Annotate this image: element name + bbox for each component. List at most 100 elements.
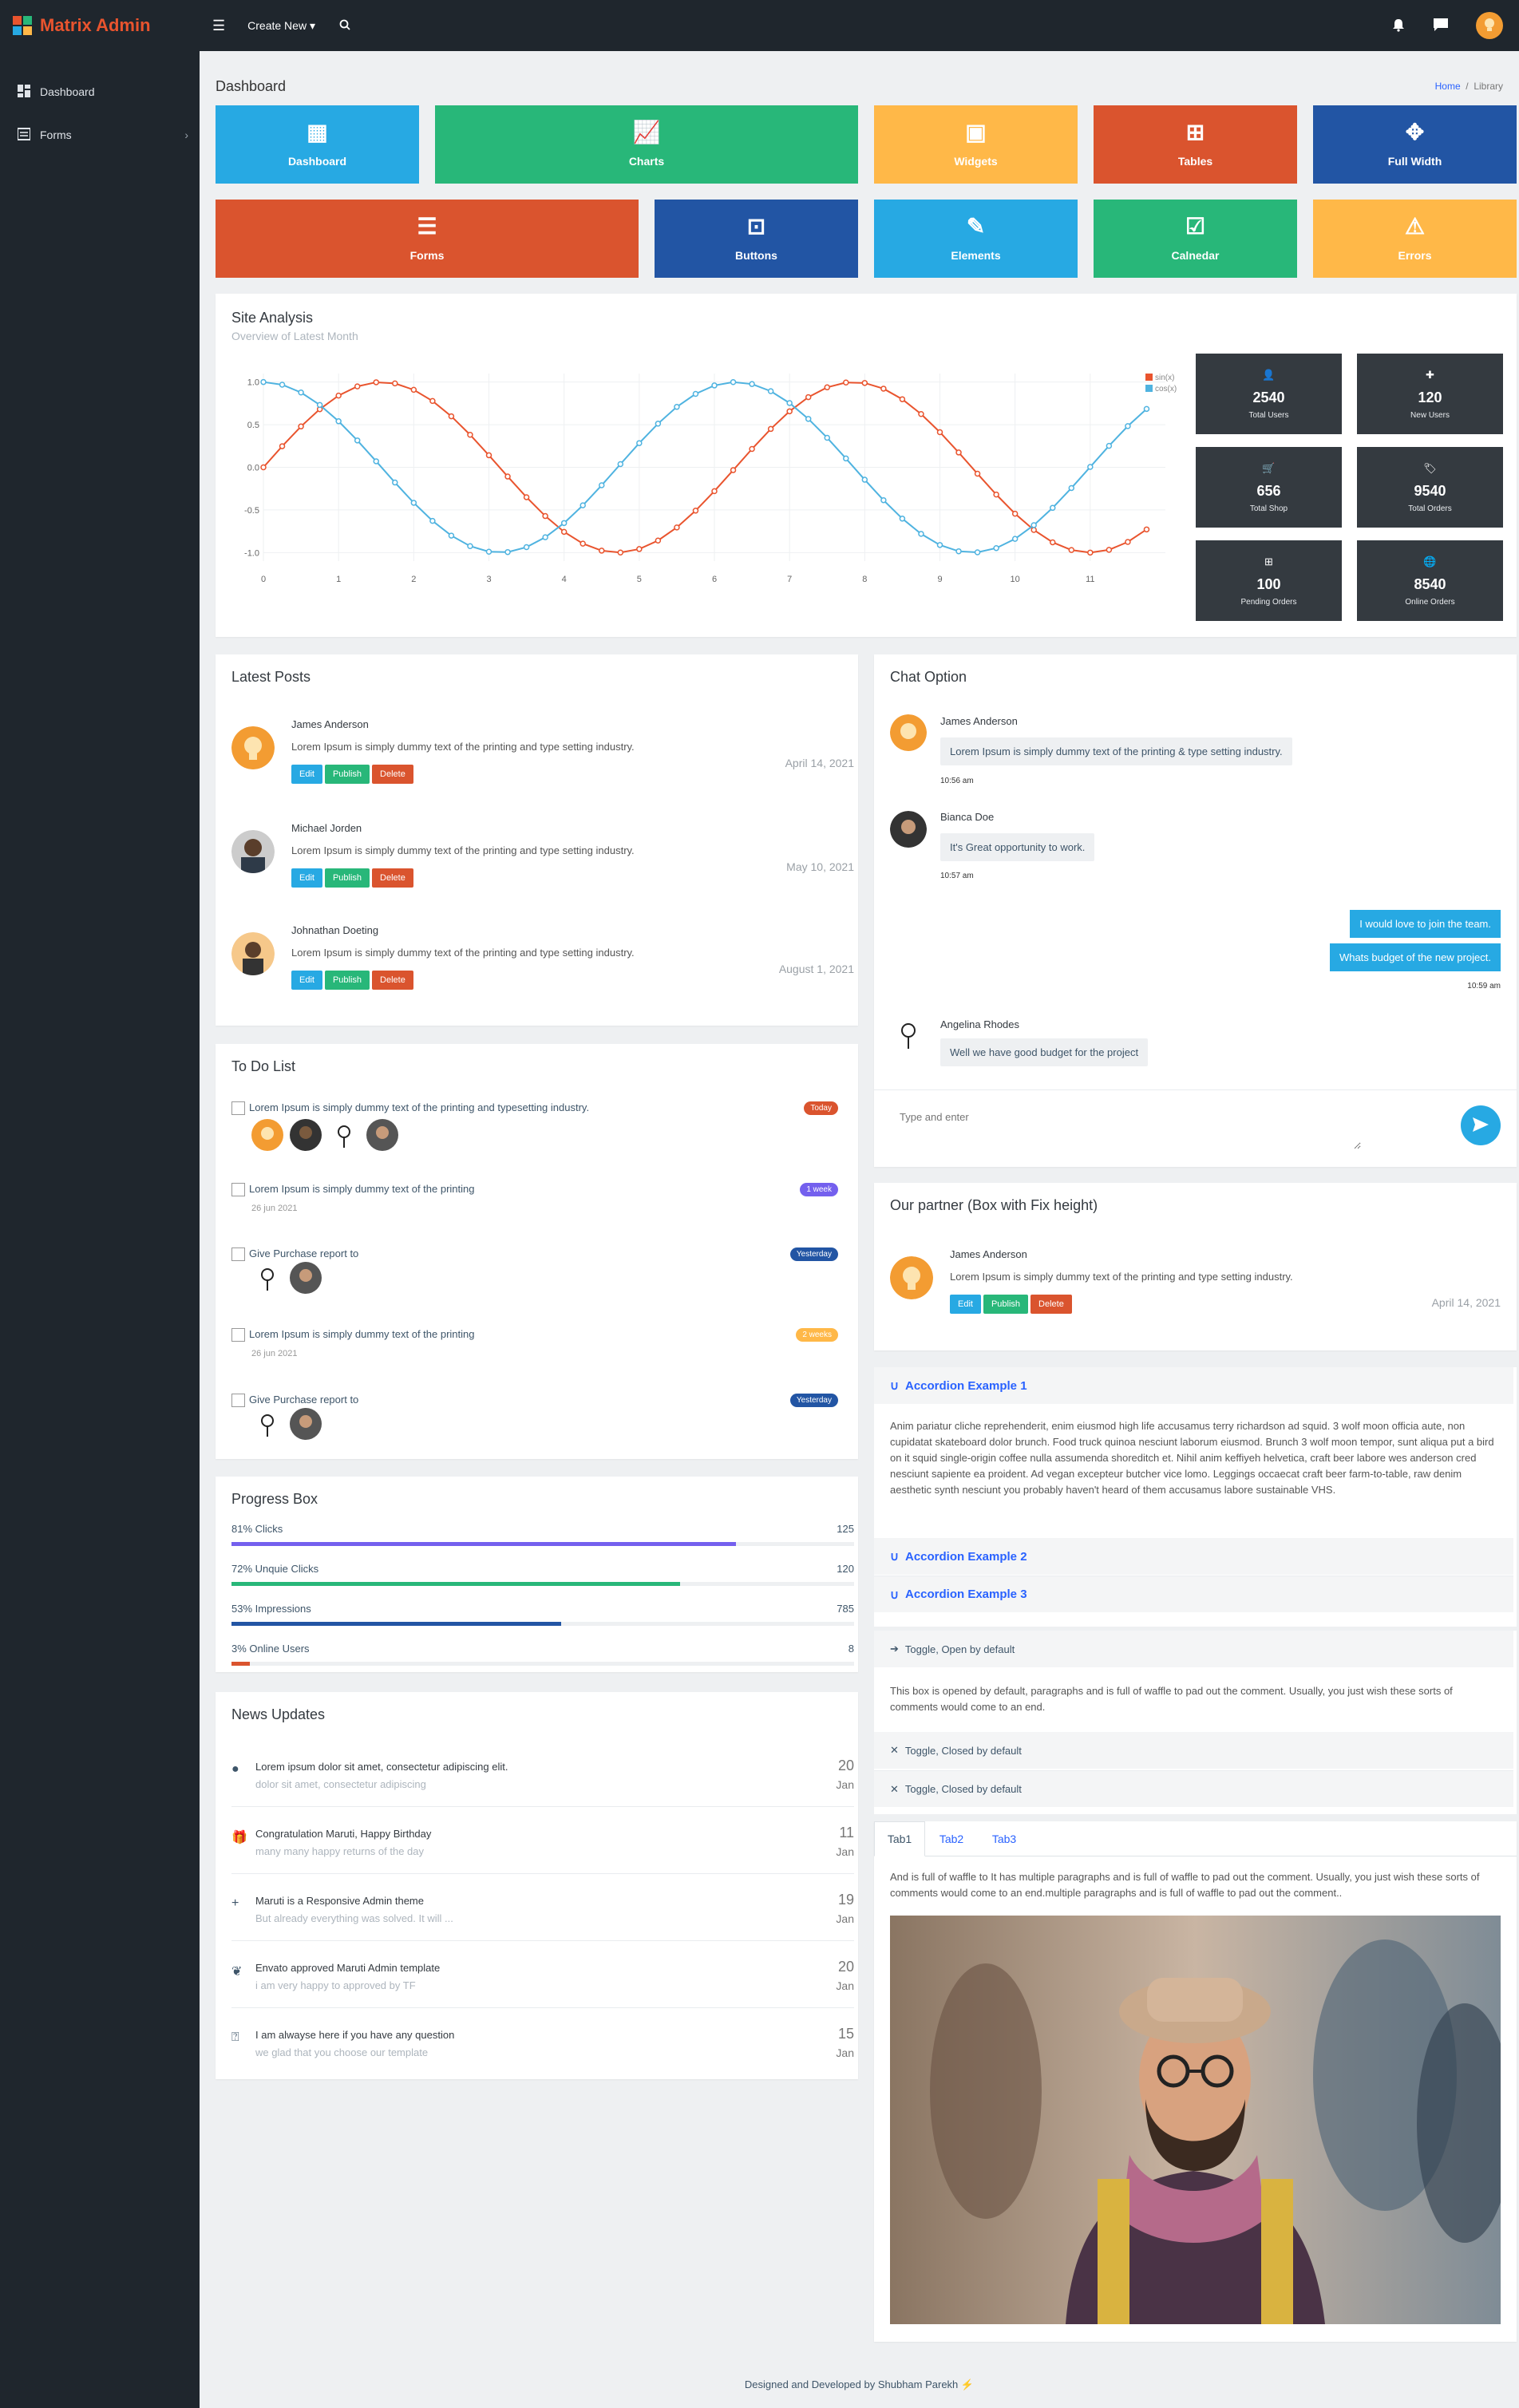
chat-input[interactable]	[890, 1101, 1361, 1149]
tab-label: Tab2	[939, 1833, 964, 1845]
todo-item: Give Purchase report to Yesterday	[231, 1392, 838, 1456]
news-title[interactable]: Envato approved Maruti Admin template	[255, 1962, 440, 1974]
stat-new-users: ✚ 120 New Users	[1357, 354, 1503, 434]
news-item: + Maruti is a Responsive Admin theme But…	[231, 1874, 854, 1941]
breadcrumb-library: Library	[1474, 81, 1503, 92]
card-title: To Do List	[231, 1058, 296, 1074]
data-point	[467, 543, 473, 549]
tile-calendar[interactable]: ☑ Calnedar	[1094, 200, 1297, 278]
todo-checkbox[interactable]	[231, 1183, 245, 1196]
data-point	[880, 386, 887, 392]
data-point	[711, 382, 718, 389]
data-point	[560, 520, 568, 527]
data-point	[599, 548, 605, 554]
delete-button[interactable]: Delete	[1030, 1295, 1072, 1314]
toggle-closed-header[interactable]: ✕ Toggle, Closed by default	[874, 1770, 1513, 1807]
create-new-dropdown[interactable]: Create New ▾	[247, 19, 315, 33]
news-card: News Updates ● Lorem ipsum dolor sit ame…	[216, 1692, 858, 2079]
breadcrumb-home[interactable]: Home	[1435, 81, 1461, 92]
chat-card: Chat Option James Anderson Lorem Ipsum i…	[874, 654, 1517, 1167]
toggle-group: ➔ Toggle, Open by default This box is ope…	[874, 1631, 1517, 1814]
todo-item: Lorem Ipsum is simply dummy text of the …	[231, 1100, 838, 1164]
tile-buttons[interactable]: ⊡ Buttons	[655, 200, 858, 278]
edit-button[interactable]: Edit	[291, 868, 322, 888]
data-point	[1125, 423, 1131, 429]
magnet-icon: ∪	[890, 1550, 899, 1564]
todo-checkbox[interactable]	[231, 1328, 245, 1342]
accordion-header-3[interactable]: ∪ Accordion Example 3	[874, 1576, 1513, 1612]
edit-button[interactable]: Edit	[291, 971, 322, 990]
progress-card: Progress Box 81% Clicks 125 72% Unquie C…	[216, 1477, 858, 1672]
toggle-closed-header[interactable]: ✕ Toggle, Closed by default	[874, 1732, 1513, 1769]
data-point	[335, 392, 342, 399]
news-title[interactable]: Congratulation Maruti, Happy Birthday	[255, 1828, 431, 1840]
toggle-title: Toggle, Closed by default	[904, 1744, 1022, 1757]
news-title[interactable]: I am alwayse here if you have any questi…	[255, 2029, 454, 2041]
tile-elements[interactable]: ✎ Elements	[874, 200, 1078, 278]
todo-checkbox[interactable]	[231, 1101, 245, 1115]
send-button[interactable]	[1461, 1105, 1501, 1145]
sidebar-item-forms[interactable]: Forms ›	[0, 113, 200, 156]
messages-icon[interactable]	[1433, 18, 1449, 34]
bell-icon[interactable]	[1391, 18, 1406, 34]
tile-label: Tables	[1177, 155, 1213, 168]
magnet-icon: ∪	[890, 1588, 899, 1602]
publish-button[interactable]: Publish	[983, 1295, 1029, 1314]
progress-value: 785	[837, 1603, 854, 1615]
news-title[interactable]: Maruti is a Responsive Admin theme	[255, 1895, 424, 1907]
tab-1[interactable]: Tab1	[874, 1821, 925, 1856]
todo-date: 26 jun 2021	[251, 1204, 298, 1213]
accordion-header-2[interactable]: ∪ Accordion Example 2	[874, 1538, 1513, 1575]
x-tick-label: 2	[411, 575, 416, 584]
tile-label: Widgets	[954, 155, 998, 168]
edit-button[interactable]: Edit	[291, 765, 322, 784]
tab-content: And is full of waffle to It has multiple…	[890, 1871, 1480, 1899]
search-icon[interactable]	[339, 19, 350, 33]
delete-button[interactable]: Delete	[372, 868, 413, 888]
publish-button[interactable]: Publish	[324, 971, 370, 990]
x-tick-label: 9	[937, 575, 942, 584]
accordion-title: Accordion Example 1	[904, 1378, 1027, 1393]
tab-2[interactable]: Tab2	[925, 1821, 978, 1856]
tile-forms[interactable]: ☰ Forms	[216, 200, 639, 278]
toggle-open-header[interactable]: ➔ Toggle, Open by default	[874, 1631, 1513, 1667]
x-tick-label: 11	[1086, 575, 1094, 584]
delete-button[interactable]: Delete	[372, 765, 413, 784]
data-point	[485, 548, 492, 555]
calendar-icon: ☑	[1185, 214, 1206, 239]
tile-errors[interactable]: ⚠ Errors	[1313, 200, 1517, 278]
tile-full-width[interactable]: ✥ Full Width	[1313, 105, 1517, 184]
todo-checkbox[interactable]	[231, 1247, 245, 1261]
stat-label: New Users	[1410, 410, 1450, 420]
tile-charts[interactable]: 📈 Charts	[435, 105, 858, 184]
publish-button[interactable]: Publish	[324, 765, 370, 784]
menu-toggle-icon[interactable]: ☰	[212, 18, 225, 34]
tile-tables[interactable]: ⊞ Tables	[1094, 105, 1297, 184]
todo-badge: Yesterday	[789, 1394, 838, 1407]
delete-button[interactable]: Delete	[372, 971, 413, 990]
data-point	[786, 408, 793, 415]
data-point	[298, 423, 304, 430]
edit-button[interactable]: Edit	[950, 1295, 981, 1314]
news-subtitle: many many happy returns of the day	[255, 1845, 425, 1857]
todo-checkbox[interactable]	[231, 1394, 245, 1407]
data-point	[617, 461, 624, 468]
accordion-header-1[interactable]: ∪ Accordion Example 1	[874, 1367, 1513, 1404]
data-point	[1030, 522, 1037, 528]
data-point	[655, 421, 662, 427]
logo[interactable]: Matrix Admin	[0, 0, 200, 51]
publish-button[interactable]: Publish	[324, 868, 370, 888]
tab-3[interactable]: Tab3	[978, 1821, 1030, 1856]
user-avatar[interactable]	[1476, 12, 1503, 39]
widgets-icon: ▣	[965, 120, 987, 144]
x-tick-label: 10	[1011, 575, 1020, 584]
news-title[interactable]: Lorem ipsum dolor sit amet, consectetur …	[255, 1761, 508, 1773]
post-item: James Anderson Lorem Ipsum is simply dum…	[890, 1248, 1501, 1320]
data-point	[410, 500, 417, 506]
tile-dashboard[interactable]: ▦ Dashboard	[216, 105, 419, 184]
sidebar-item-dashboard[interactable]: Dashboard	[0, 70, 200, 113]
data-point	[1050, 539, 1056, 546]
check-circle-icon: ●	[231, 1762, 239, 1776]
tile-widgets[interactable]: ▣ Widgets	[874, 105, 1078, 184]
avatar	[328, 1119, 360, 1151]
